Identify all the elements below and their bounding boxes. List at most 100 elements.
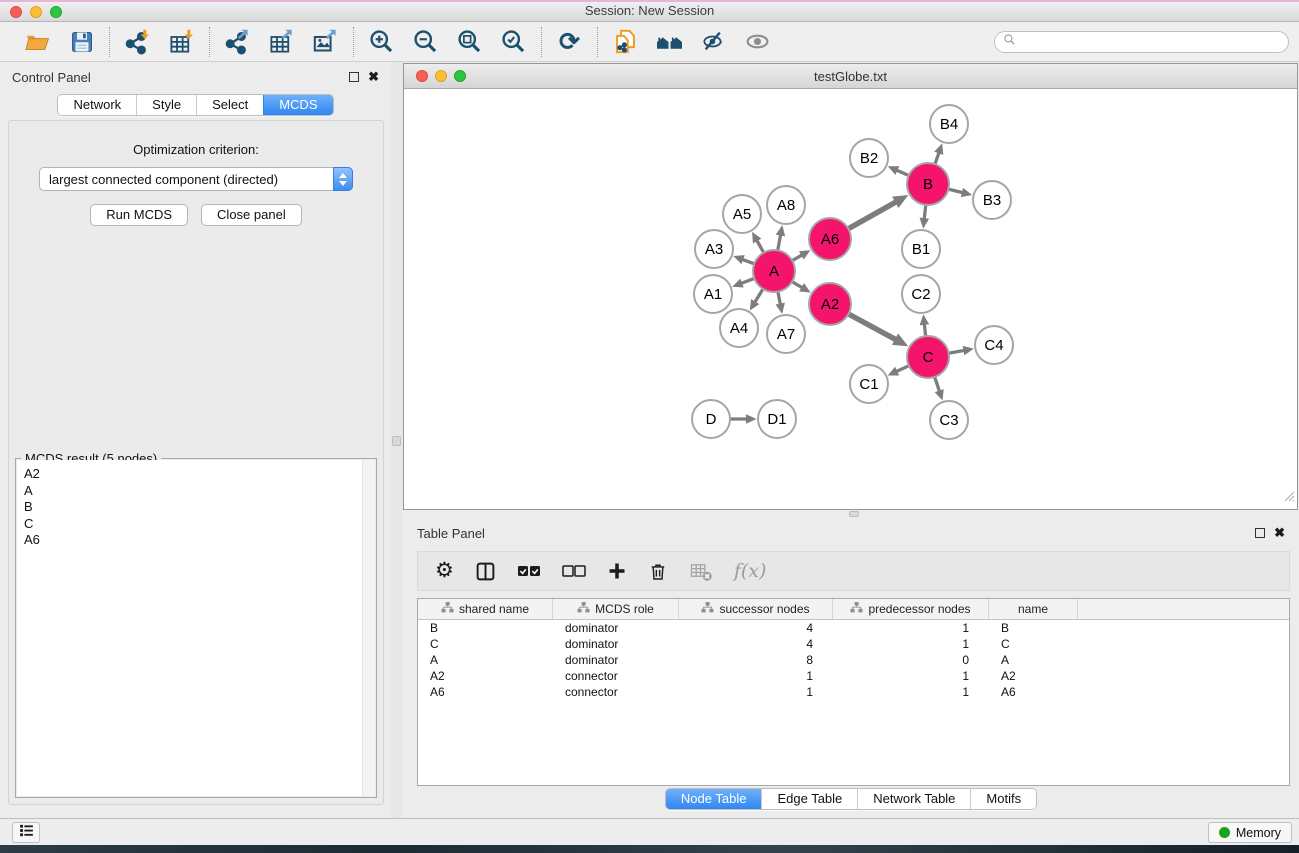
network-zoom-button[interactable] [454, 70, 466, 82]
network-minimize-button[interactable] [435, 70, 447, 82]
zoom-window-button[interactable] [50, 6, 62, 18]
tab-network[interactable]: Network [58, 95, 136, 115]
graph-edge-arrowhead [733, 255, 745, 264]
memory-label: Memory [1236, 826, 1281, 840]
toolbar-group [10, 26, 109, 57]
save-session-icon[interactable] [66, 26, 97, 57]
table-cell: B [989, 621, 1078, 635]
tab-motifs[interactable]: Motifs [970, 789, 1036, 809]
close-panel-icon[interactable]: ✖ [368, 72, 379, 82]
graph-edge-arrowhead [776, 225, 785, 236]
table-row[interactable]: Adominator80A [418, 652, 1289, 668]
network-canvas[interactable]: B4B2BB3A5A8A6A3B1AA1C2A2A4A7C4CC1C3DD1 [405, 90, 1296, 508]
graph-edge-arrowhead [935, 389, 944, 400]
delete-table-icon[interactable] [689, 561, 713, 582]
graph-node-label: D [706, 411, 717, 428]
hierarchy-icon [577, 601, 590, 617]
mcds-result-item[interactable]: A2 [24, 466, 375, 483]
close-panel-button[interactable]: Close panel [201, 204, 302, 226]
minimize-window-button[interactable] [30, 6, 42, 18]
tab-style[interactable]: Style [136, 95, 196, 115]
column-header-MCDS-role[interactable]: MCDS role [553, 599, 679, 619]
select-all-columns-icon[interactable] [517, 562, 541, 580]
refresh-layout-icon[interactable]: ⟳ [554, 26, 585, 57]
network-close-button[interactable] [416, 70, 428, 82]
zoom-out-icon[interactable] [410, 26, 441, 57]
control-panel-title: Control Panel [12, 70, 91, 85]
float-panel-icon[interactable] [349, 72, 359, 82]
hide-selected-icon[interactable] [698, 26, 729, 57]
tab-edge-table[interactable]: Edge Table [761, 789, 857, 809]
column-header-shared-name[interactable]: shared name [418, 599, 553, 619]
mcds-result-item[interactable]: C [24, 516, 375, 533]
mcds-result-list[interactable]: A2ABCA6 [17, 460, 375, 796]
toolbar-group: ⟳ [542, 26, 597, 57]
table-cell: dominator [553, 637, 679, 651]
resize-grip-icon[interactable] [1282, 489, 1295, 507]
graph-edge-arrowhead [920, 314, 930, 325]
close-table-panel-icon[interactable]: ✖ [1274, 528, 1285, 538]
run-mcds-button[interactable]: Run MCDS [90, 204, 188, 226]
zoom-in-icon[interactable] [366, 26, 397, 57]
duplicate-network-icon[interactable] [610, 26, 641, 57]
graph-node-label: B [923, 176, 933, 193]
table-panel-header: Table Panel ✖ [403, 518, 1299, 548]
table-settings-icon[interactable]: ⚙ [435, 560, 454, 582]
open-session-icon[interactable] [22, 26, 53, 57]
graph-node-label: B3 [983, 192, 1001, 209]
column-header-label: predecessor nodes [868, 602, 970, 616]
table-row[interactable]: Bdominator41B [418, 620, 1289, 636]
tab-mcds[interactable]: MCDS [263, 95, 332, 115]
graph-edge-arrowhead [961, 188, 972, 197]
table-row[interactable]: A2connector11A2 [418, 668, 1289, 684]
vertical-splitter[interactable] [391, 62, 403, 818]
zoom-fit-icon[interactable] [454, 26, 485, 57]
export-image-icon[interactable] [310, 26, 341, 57]
close-window-button[interactable] [10, 6, 22, 18]
deselect-all-columns-icon[interactable] [562, 562, 586, 580]
table-row[interactable]: A6connector11A6 [418, 684, 1289, 700]
mcds-result-item[interactable]: B [24, 499, 375, 516]
column-header-name[interactable]: name [989, 599, 1078, 619]
zoom-selected-icon[interactable] [498, 26, 529, 57]
search-field[interactable] [994, 31, 1289, 53]
vertical-splitter-grip[interactable] [392, 436, 401, 446]
column-header-predecessor-nodes[interactable]: predecessor nodes [833, 599, 989, 619]
horizontal-splitter-grip[interactable] [849, 511, 859, 517]
tab-select[interactable]: Select [196, 95, 263, 115]
graph-node-label: A4 [730, 320, 748, 337]
export-network-icon[interactable] [222, 26, 253, 57]
memory-button[interactable]: Memory [1208, 822, 1292, 843]
table-cell: 1 [833, 669, 989, 683]
add-column-icon[interactable] [607, 561, 627, 581]
mcds-result-item[interactable]: A [24, 483, 375, 500]
float-table-panel-icon[interactable] [1255, 528, 1265, 538]
window-title: Session: New Session [0, 2, 1299, 20]
mcds-result-item[interactable]: A6 [24, 532, 375, 549]
export-table-icon[interactable] [266, 26, 297, 57]
table-cell: dominator [553, 621, 679, 635]
import-table-icon[interactable] [166, 26, 197, 57]
graph-node-label: A [769, 263, 779, 280]
table-cell: dominator [553, 653, 679, 667]
criterion-dropdown[interactable]: largest connected component (directed) [39, 167, 353, 191]
tab-node-table[interactable]: Node Table [666, 789, 762, 809]
graph-node-label: B1 [912, 241, 930, 258]
table-row[interactable]: Cdominator41C [418, 636, 1289, 652]
result-list-scrollbar[interactable] [362, 460, 375, 796]
delete-column-icon[interactable] [648, 561, 668, 582]
first-neighbors-icon[interactable] [654, 26, 685, 57]
toolbar-group [354, 26, 541, 57]
import-network-icon[interactable] [122, 26, 153, 57]
function-builder-icon[interactable]: f(x) [734, 560, 767, 582]
graph-edge-A2-C[interactable] [848, 314, 899, 342]
column-visibility-icon[interactable] [475, 561, 496, 582]
tab-network-table[interactable]: Network Table [857, 789, 970, 809]
show-panels-button[interactable] [12, 822, 40, 843]
graph-edge-A6-B[interactable] [848, 200, 900, 229]
table-cell: A6 [418, 685, 553, 699]
column-header-successor-nodes[interactable]: successor nodes [679, 599, 833, 619]
horizontal-splitter[interactable] [403, 510, 1299, 518]
search-input[interactable] [1021, 35, 1280, 49]
show-all-icon[interactable] [742, 26, 773, 57]
